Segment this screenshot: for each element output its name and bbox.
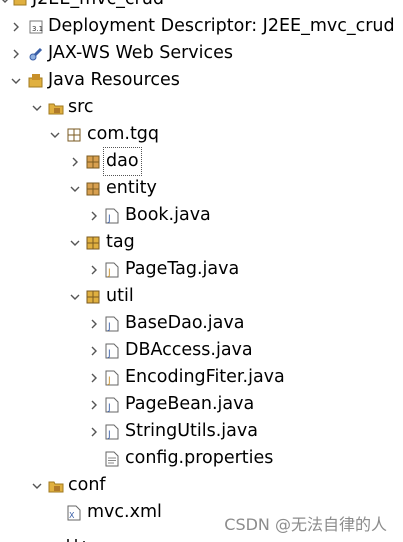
svg-text:J: J [107, 376, 111, 386]
tag-label: tag [106, 232, 135, 252]
svg-text:J: J [107, 322, 111, 332]
project-label: J2EE_mvc_crud [32, 0, 164, 13]
tree-row-pagetag[interactable]: J PageTag.java [0, 256, 403, 283]
java-file-icon: J [104, 418, 120, 445]
chevron-down-icon[interactable] [30, 472, 44, 499]
tree-row-entity[interactable]: entity [0, 175, 403, 202]
dao-label: dao [103, 147, 142, 176]
chevron-right-icon[interactable] [87, 364, 101, 391]
properties-file-icon [104, 445, 120, 472]
chevron-right-icon[interactable] [87, 418, 101, 445]
chevron-right-icon[interactable] [68, 148, 82, 175]
clipped-row-fragment [62, 532, 122, 542]
package-icon [66, 121, 82, 148]
svg-text:J: J [107, 403, 111, 413]
source-folder-icon [48, 94, 64, 121]
deployment-descriptor-icon: 3.1 [28, 13, 44, 40]
xml-file-icon: X [66, 499, 82, 526]
chevron-right-icon[interactable] [87, 337, 101, 364]
svg-text:J: J [107, 430, 111, 440]
package-icon [85, 229, 101, 256]
tree-row-tag[interactable]: tag [0, 229, 403, 256]
tree-row-stringutils[interactable]: J StringUtils.java [0, 418, 403, 445]
stringutils-label: StringUtils.java [125, 421, 258, 441]
chevron-right-icon[interactable] [87, 391, 101, 418]
java-file-icon: J [104, 202, 120, 229]
chevron-down-icon[interactable] [9, 67, 23, 94]
project-explorer-tree: J2EE_mvc_crud 3.1 Deployment Descriptor:… [0, 0, 403, 526]
chevron-right-icon[interactable] [9, 13, 23, 40]
source-folder-icon [48, 472, 64, 499]
chevron-right-icon[interactable] [87, 310, 101, 337]
tree-row-util[interactable]: util [0, 283, 403, 310]
tree-row-encodingfiter[interactable]: J EncodingFiter.java [0, 364, 403, 391]
package-icon [85, 175, 101, 202]
java-file-icon: J [104, 364, 120, 391]
package-icon [85, 283, 101, 310]
deployment-descriptor-label: Deployment Descriptor: J2EE_mvc_crud [48, 16, 395, 36]
chevron-down-icon[interactable] [0, 0, 12, 13]
chevron-right-icon[interactable] [87, 256, 101, 283]
tree-row-conf[interactable]: conf [0, 472, 403, 499]
watermark: CSDN @无法自律的人 [224, 515, 387, 534]
config-label: config.properties [125, 448, 274, 468]
tree-row-basedao[interactable]: J BaseDao.java [0, 310, 403, 337]
tree-row-deployment-descriptor[interactable]: 3.1 Deployment Descriptor: J2EE_mvc_crud [0, 13, 403, 40]
src-label: src [68, 97, 94, 117]
chevron-down-icon[interactable] [68, 229, 82, 256]
package-icon [85, 148, 101, 175]
tree-row-project[interactable]: J2EE_mvc_crud [0, 0, 403, 13]
dbaccess-label: DBAccess.java [125, 340, 253, 360]
tree-row-package-root[interactable]: com.tgq [0, 121, 403, 148]
svg-text:X: X [69, 511, 75, 520]
java-file-icon: J [104, 391, 120, 418]
tree-row-java-resources[interactable]: Java Resources [0, 67, 403, 94]
pagetag-label: PageTag.java [125, 259, 240, 279]
util-label: util [106, 286, 134, 306]
tree-row-src[interactable]: src [0, 94, 403, 121]
java-resources-icon [28, 67, 44, 94]
chevron-down-icon[interactable] [68, 175, 82, 202]
tree-row-dbaccess[interactable]: J DBAccess.java [0, 337, 403, 364]
svg-text:J: J [107, 268, 111, 278]
conf-label: conf [68, 475, 106, 495]
encodingfiter-label: EncodingFiter.java [125, 367, 285, 387]
tree-row-book[interactable]: J Book.java [0, 202, 403, 229]
chevron-right-icon[interactable] [9, 40, 23, 67]
tree-row-jaxws[interactable]: JAX-WS Web Services [0, 40, 403, 67]
chevron-down-icon[interactable] [68, 283, 82, 310]
pagebean-label: PageBean.java [125, 394, 255, 414]
tree-row-dao[interactable]: dao [0, 147, 403, 176]
book-label: Book.java [125, 205, 211, 225]
tree-row-pagebean[interactable]: J PageBean.java [0, 391, 403, 418]
package-root-label: com.tgq [87, 124, 160, 144]
project-icon [13, 0, 29, 13]
chevron-right-icon[interactable] [87, 202, 101, 229]
java-file-icon: J [104, 310, 120, 337]
java-file-icon: J [104, 256, 120, 283]
svg-text:3.1: 3.1 [32, 25, 43, 33]
chevron-down-icon[interactable] [30, 94, 44, 121]
web-services-icon [28, 40, 44, 67]
entity-label: entity [106, 178, 157, 198]
chevron-down-icon[interactable] [48, 121, 62, 148]
java-resources-label: Java Resources [48, 70, 180, 90]
tree-row-config[interactable]: config.properties [0, 445, 403, 472]
svg-text:J: J [107, 214, 111, 224]
mvcxml-label: mvc.xml [87, 502, 162, 522]
svg-text:J: J [107, 349, 111, 359]
jaxws-label: JAX-WS Web Services [48, 43, 234, 63]
java-file-icon: J [104, 337, 120, 364]
basedao-label: BaseDao.java [125, 313, 245, 333]
